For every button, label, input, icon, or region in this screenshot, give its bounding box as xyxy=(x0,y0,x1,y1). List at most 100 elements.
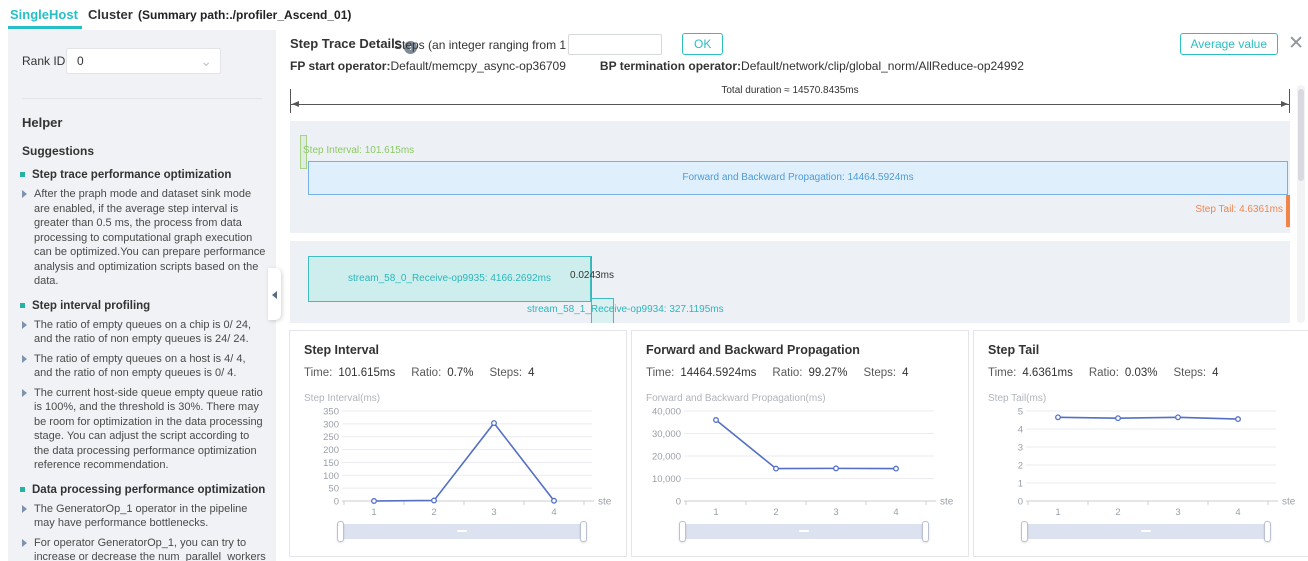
svg-text:1: 1 xyxy=(371,507,376,518)
svg-text:20,000: 20,000 xyxy=(652,452,681,463)
svg-text:30,000: 30,000 xyxy=(652,429,681,440)
ok-button[interactable]: OK xyxy=(682,33,723,55)
slider-grip xyxy=(457,530,467,532)
top-tab-bar: SingleHost Cluster (Summary path:./profi… xyxy=(0,0,1308,30)
chart-stats: Time:14464.5924msRatio:99.27%Steps:4 xyxy=(646,367,954,379)
slider-right-handle[interactable] xyxy=(1264,521,1271,542)
svg-text:40,000: 40,000 xyxy=(652,407,681,418)
bp-operator-value: Default/network/clip/global_norm/AllRedu… xyxy=(741,59,1024,73)
svg-text:0: 0 xyxy=(334,497,339,508)
svg-text:2: 2 xyxy=(431,507,436,518)
svg-text:4: 4 xyxy=(551,507,556,518)
timeline-scrollbar-thumb[interactable] xyxy=(1298,89,1304,181)
stream-1-label: stream_58_1_Receive-op9934: 327.1195ms xyxy=(527,304,687,315)
triangle-bullet-icon xyxy=(22,389,27,397)
step-tail-bar[interactable] xyxy=(1286,195,1290,227)
svg-text:3: 3 xyxy=(491,507,496,518)
suggestions-title: Suggestions xyxy=(22,144,262,158)
suggestion-item: The GeneratorOp_1 operator in the pipeli… xyxy=(20,502,266,531)
slider-grip xyxy=(1141,530,1151,532)
fp-operator-value: Default/memcpy_async-op36709 xyxy=(390,59,565,73)
step-tail-label: Step Tail: 4.6361ms xyxy=(1195,204,1283,215)
stat-label-time: Time: xyxy=(304,367,332,379)
rank-id-select[interactable]: 0 ⌄ xyxy=(66,48,221,74)
suggestions-list: Step trace performance optimizationAfter… xyxy=(8,168,276,561)
operator-info-row: FP start operator:Default/memcpy_async-o… xyxy=(290,59,1024,73)
stat-label-steps: Steps: xyxy=(863,367,896,379)
svg-text:3: 3 xyxy=(1175,507,1180,518)
chart-card-step-tail: Step TailTime:4.6361msRatio:0.03%Steps:4… xyxy=(973,330,1308,557)
stat-value-steps: 4 xyxy=(1212,367,1218,379)
svg-text:50: 50 xyxy=(328,484,339,495)
chart-stats: Time:4.6361msRatio:0.03%Steps:4 xyxy=(988,367,1296,379)
stat-value-steps: 4 xyxy=(528,367,534,379)
svg-text:100: 100 xyxy=(323,471,339,482)
total-duration-label: Total duration ≈ 14570.8435ms xyxy=(290,85,1290,98)
x-axis-title: step xyxy=(1282,497,1296,508)
svg-text:150: 150 xyxy=(323,458,339,469)
suggestion-group: Step interval profilingThe ratio of empt… xyxy=(20,299,266,473)
step-trace-timeline: Total duration ≈ 14570.8435ms Step Inter… xyxy=(290,85,1290,323)
average-value-button[interactable]: Average value xyxy=(1180,33,1279,55)
chart-title: Step Tail xyxy=(988,343,1296,357)
svg-text:250: 250 xyxy=(323,432,339,443)
chart-y-axis-title: Step Tail(ms) xyxy=(988,393,1296,404)
chart-y-axis-title: Forward and Backward Propagation(ms) xyxy=(646,393,954,404)
step-interval-label: Step Interval: 101.615ms xyxy=(303,145,414,156)
forward-backward-bar[interactable]: Forward and Backward Propagation: 14464.… xyxy=(308,161,1288,195)
chart-plot-forward-and-backward-propagation[interactable]: 010,00020,00030,00040,0001234step xyxy=(646,405,954,523)
step-trace-panel: Step Trace Detailsi Steps (an integer ra… xyxy=(286,30,1308,561)
svg-text:4: 4 xyxy=(1235,507,1240,518)
timeline-scrollbar[interactable] xyxy=(1297,85,1305,323)
tab-singlehost[interactable]: SingleHost xyxy=(10,7,78,22)
svg-text:0: 0 xyxy=(676,497,681,508)
stat-label-time: Time: xyxy=(988,367,1016,379)
svg-text:4: 4 xyxy=(893,507,898,518)
slider-left-handle[interactable] xyxy=(679,521,686,542)
slider-right-handle[interactable] xyxy=(580,521,587,542)
chevron-down-icon: ⌄ xyxy=(200,49,212,73)
triangle-bullet-icon xyxy=(22,190,27,198)
tab-cluster[interactable]: Cluster xyxy=(88,7,133,22)
stat-label-steps: Steps: xyxy=(1174,367,1207,379)
triangle-bullet-icon xyxy=(22,505,27,513)
stat-value-ratio: 0.7% xyxy=(447,367,473,379)
rank-id-row: Rank ID 0 ⌄ xyxy=(8,30,276,90)
timeline-track-2: stream_58_0_Receive-op9935: 4166.2692ms … xyxy=(290,241,1290,323)
stat-label-time: Time: xyxy=(646,367,674,379)
svg-text:3: 3 xyxy=(1018,443,1023,454)
stat-value-steps: 4 xyxy=(902,367,908,379)
suggestion-item: After the praph mode and dataset sink mo… xyxy=(20,187,266,289)
steps-hint-label: Steps (an integer ranging from 1 to 4) xyxy=(394,38,593,52)
svg-text:1: 1 xyxy=(713,507,718,518)
chart-zoom-slider[interactable] xyxy=(340,524,584,539)
chart-y-axis-title: Step Interval(ms) xyxy=(304,393,612,404)
chart-zoom-slider[interactable] xyxy=(1024,524,1268,539)
stat-label-steps: Steps: xyxy=(490,367,523,379)
slider-left-handle[interactable] xyxy=(337,521,344,542)
sidebar-collapse-handle[interactable] xyxy=(268,268,281,320)
chart-plot-step-tail[interactable]: 0123451234step xyxy=(988,405,1296,523)
close-icon[interactable]: ✕ xyxy=(1288,33,1304,55)
svg-text:10,000: 10,000 xyxy=(652,474,681,485)
svg-text:1: 1 xyxy=(1018,479,1023,490)
bullet-square-icon xyxy=(20,487,25,492)
chart-plot-step-interval[interactable]: 0501001502002503003501234step xyxy=(304,405,612,523)
suggestion-item: The current host-side queue empty queue … xyxy=(20,386,266,473)
svg-text:3: 3 xyxy=(833,507,838,518)
stat-label-ratio: Ratio: xyxy=(772,367,802,379)
slider-left-handle[interactable] xyxy=(1021,521,1028,542)
rank-id-label: Rank ID xyxy=(22,54,65,68)
stream-0-bar[interactable]: stream_58_0_Receive-op9935: 4166.2692ms xyxy=(308,256,591,302)
active-tab-underline xyxy=(8,26,82,29)
chart-zoom-slider[interactable] xyxy=(682,524,926,539)
slider-grip xyxy=(799,530,809,532)
charts-row: Step IntervalTime:101.615msRatio:0.7%Ste… xyxy=(289,330,1307,557)
arrow-right-icon xyxy=(1281,101,1288,107)
slider-right-handle[interactable] xyxy=(922,521,929,542)
steps-input[interactable] xyxy=(568,34,662,55)
rank-id-value: 0 xyxy=(77,54,84,68)
timeline-track-1: Step Interval: 101.615ms Forward and Bac… xyxy=(290,121,1290,233)
stream-gap-label: 0.0243ms xyxy=(556,270,628,281)
triangle-bullet-icon xyxy=(22,321,27,329)
